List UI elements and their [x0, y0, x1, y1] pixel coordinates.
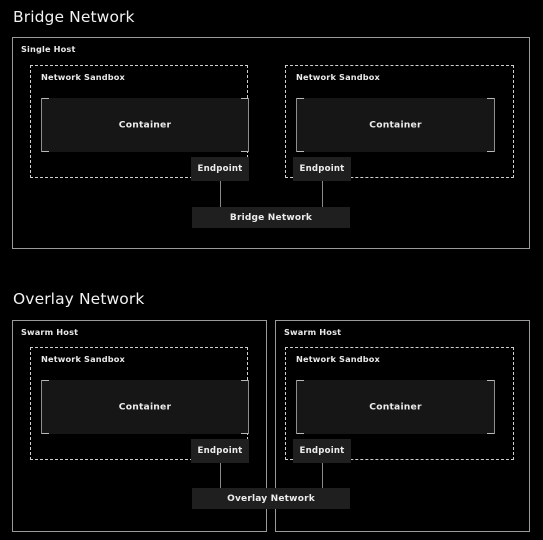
- container-label-bridge-right: Container: [369, 119, 422, 131]
- container-box-overlay-right: Container: [296, 380, 495, 434]
- container-corner-top-left-icon: [296, 98, 304, 106]
- connector-overlay-left: [220, 463, 221, 489]
- network-bar-overlay: Overlay Network: [192, 488, 350, 509]
- connector-bridge-left: [220, 181, 221, 208]
- section-title-overlay-network: Overlay Network: [13, 290, 145, 308]
- container-corner-bottom-left-icon: [296, 144, 304, 152]
- sandbox-label-bridge-right: Network Sandbox: [296, 72, 380, 82]
- endpoint-label: Endpoint: [299, 446, 345, 456]
- host-label-single-host: Single Host: [21, 44, 76, 54]
- network-bar-bridge: Bridge Network: [192, 207, 350, 228]
- container-corner-top-left-icon: [296, 380, 304, 388]
- sandbox-label-overlay-left: Network Sandbox: [41, 354, 125, 364]
- endpoint-label: Endpoint: [299, 164, 345, 174]
- container-corner-top-left-icon: [41, 98, 49, 106]
- container-corner-bottom-left-icon: [296, 426, 304, 434]
- host-label-swarm-right: Swarm Host: [284, 327, 342, 337]
- connector-overlay-right: [322, 463, 323, 489]
- network-bar-label: Overlay Network: [227, 493, 315, 504]
- endpoint-chip-overlay-left: Endpoint: [191, 439, 249, 463]
- sandbox-label-bridge-left: Network Sandbox: [41, 72, 125, 82]
- endpoint-label: Endpoint: [197, 446, 243, 456]
- network-bar-label: Bridge Network: [229, 212, 313, 223]
- endpoint-label: Endpoint: [197, 164, 243, 174]
- container-label-overlay-right: Container: [369, 401, 422, 413]
- container-corner-bottom-left-icon: [41, 144, 49, 152]
- container-label-overlay-left: Container: [118, 401, 172, 413]
- endpoint-chip-bridge-right: Endpoint: [293, 157, 351, 181]
- container-box-overlay-left: Container: [41, 380, 249, 434]
- sandbox-label-overlay-right: Network Sandbox: [296, 354, 380, 364]
- host-label-swarm-left: Swarm Host: [21, 327, 79, 337]
- container-corner-top-left-icon: [41, 380, 49, 388]
- container-label-bridge-left: Container: [118, 119, 172, 131]
- container-box-bridge-right: Container: [296, 98, 495, 152]
- section-title-bridge-network: Bridge Network: [13, 8, 135, 26]
- endpoint-chip-overlay-right: Endpoint: [293, 439, 351, 463]
- endpoint-chip-bridge-left: Endpoint: [191, 157, 249, 181]
- container-corner-bottom-left-icon: [41, 426, 49, 434]
- connector-bridge-right: [322, 181, 323, 208]
- container-box-bridge-left: Container: [41, 98, 249, 152]
